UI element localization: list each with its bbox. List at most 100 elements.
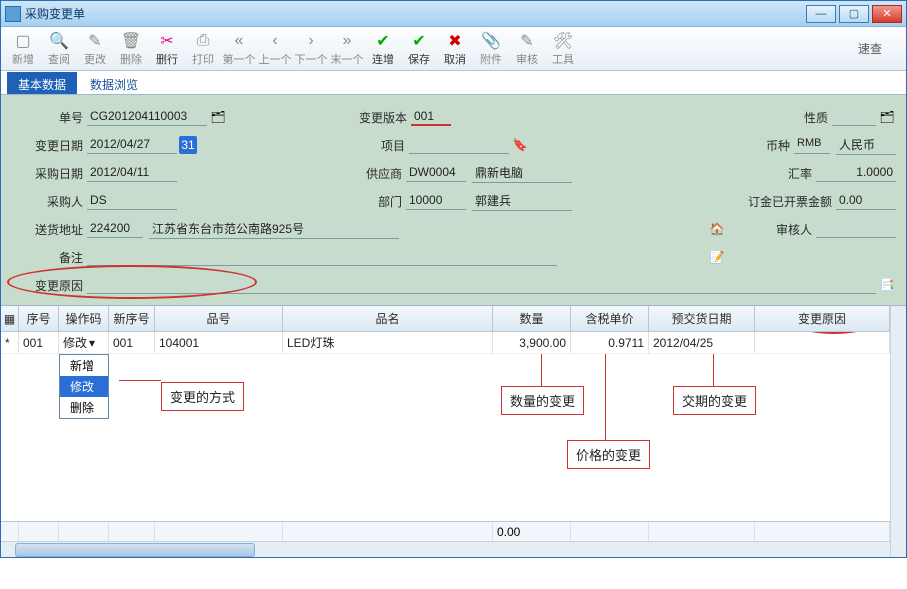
tb-delete[interactable]: 🗑删除 (113, 31, 149, 67)
h-scrollbar[interactable] (1, 541, 890, 557)
val-change-date[interactable]: 2012/04/27 (87, 136, 177, 154)
tb-print[interactable]: ⎙打印 (185, 31, 221, 67)
v-scrollbar[interactable] (890, 306, 906, 557)
maximize-button[interactable]: ▢ (839, 5, 869, 23)
anno-date-change: 交期的变更 (673, 386, 756, 415)
lbl-buyer: 采购人 (11, 193, 87, 210)
val-dept-name: 郭建兵 (472, 191, 572, 211)
tb-first[interactable]: «第一个 (221, 31, 257, 67)
lbl-deposit: 订金已开票金额 (736, 193, 836, 210)
op-dropdown[interactable]: 新增 修改 删除 (59, 354, 109, 419)
app-icon (5, 6, 21, 22)
lbl-reviewer: 审核人 (766, 221, 816, 238)
val-change-ver[interactable]: 001 (411, 108, 451, 126)
val-order-no[interactable]: CG201204110003 (87, 108, 207, 126)
cell-reason[interactable] (755, 332, 890, 354)
val-reviewer[interactable] (816, 220, 896, 238)
tb-tools[interactable]: 🛠工具 (545, 31, 581, 67)
anno-price-change: 价格的变更 (567, 440, 650, 469)
form-area: 单号 CG201204110003 🗂 变更版本 001 性质 🗂 变更日期 2… (1, 95, 906, 305)
note-icon[interactable]: 📝 (708, 248, 726, 266)
val-deposit[interactable]: 0.00 (836, 192, 896, 210)
col-price[interactable]: 含税单价 (571, 306, 649, 332)
cell-op[interactable]: 修改▾ (59, 332, 109, 354)
tb-attach[interactable]: 📎附件 (473, 31, 509, 67)
val-ship-postal[interactable]: 224200 (87, 220, 143, 238)
tb-continuous-add[interactable]: ✔连增 (365, 31, 401, 67)
tb-last[interactable]: »末一个 (329, 31, 365, 67)
col-pno[interactable]: 品号 (155, 306, 283, 332)
nature-lookup-icon[interactable]: 🗂 (878, 108, 896, 126)
minimize-button[interactable]: — (806, 5, 836, 23)
lbl-dept: 部门 (342, 193, 406, 210)
col-op[interactable]: 操作码 (59, 306, 109, 332)
op-option-edit[interactable]: 修改 (60, 376, 108, 397)
op-option-delete[interactable]: 删除 (60, 397, 108, 418)
grid-body: * 001 修改▾ 001 104001 LED灯珠 3,900.00 0.97… (1, 332, 890, 521)
val-currency-code[interactable]: RMB (794, 136, 830, 154)
lbl-shipaddr: 送货地址 (11, 221, 87, 238)
val-supplier-code[interactable]: DW0004 (406, 164, 466, 182)
lookup-icon[interactable]: 🗂 (209, 108, 227, 126)
val-purchase-date[interactable]: 2012/04/11 (87, 164, 177, 182)
val-nature[interactable] (832, 108, 876, 126)
app-window: 采购变更单 — ▢ ✕ ▢新增 🔍查阅 ✎更改 🗑删除 ✂删行 ⎙打印 «第一个… (0, 0, 907, 558)
cell-date[interactable]: 2012/04/25 (649, 332, 755, 354)
col-nseq[interactable]: 新序号 (109, 306, 155, 332)
tb-edit[interactable]: ✎更改 (77, 31, 113, 67)
cell-qty[interactable]: 3,900.00 (493, 332, 571, 354)
anno-change-method: 变更的方式 (161, 382, 244, 411)
tb-deleterow[interactable]: ✂删行 (149, 31, 185, 67)
grid: ▦ 序号 操作码 新序号 品号 品名 数量 含税单价 预交货日期 变更原因 * … (1, 305, 906, 557)
lbl-order-no: 单号 (11, 109, 87, 126)
val-dept-code[interactable]: 10000 (406, 192, 466, 210)
cell-mark: * (1, 332, 19, 354)
cell-price[interactable]: 0.9711 (571, 332, 649, 354)
grid-footer: 0.00 (1, 521, 890, 541)
titlebar: 采购变更单 — ▢ ✕ (1, 1, 906, 27)
val-supplier-name: 鼎新电脑 (472, 163, 572, 183)
lbl-note: 备注 (11, 249, 87, 266)
project-lookup-icon[interactable]: 🔖 (511, 136, 529, 154)
col-reason[interactable]: 变更原因 (755, 306, 890, 332)
lbl-currency: 币种 (754, 137, 794, 154)
val-change-reason[interactable] (87, 276, 876, 294)
col-seq[interactable]: 序号 (19, 306, 59, 332)
val-note[interactable] (87, 248, 557, 266)
cell-seq: 001 (19, 332, 59, 354)
tb-view[interactable]: 🔍查阅 (41, 31, 77, 67)
reason-icon[interactable]: 📑 (878, 276, 896, 294)
lbl-project: 项目 (345, 137, 409, 154)
cell-pname: LED灯珠 (283, 332, 493, 354)
lbl-nature: 性质 (792, 109, 832, 126)
tb-audit[interactable]: ✎审核 (509, 31, 545, 67)
home-icon[interactable]: 🏠 (708, 220, 726, 238)
tb-prev[interactable]: ‹上一个 (257, 31, 293, 67)
col-selector[interactable]: ▦ (1, 306, 19, 332)
op-option-add[interactable]: 新增 (60, 355, 108, 376)
footer-total-qty: 0.00 (493, 522, 571, 542)
lbl-supplier: 供应商 (342, 165, 406, 182)
val-currency-name: 人民币 (836, 135, 896, 155)
col-date[interactable]: 预交货日期 (649, 306, 755, 332)
anno-qty-change: 数量的变更 (501, 386, 584, 415)
lbl-change-date: 变更日期 (11, 137, 87, 154)
tab-basic-data[interactable]: 基本数据 (7, 72, 77, 94)
val-rate[interactable]: 1.0000 (816, 164, 896, 182)
tb-cancel[interactable]: ✖取消 (437, 31, 473, 67)
val-project[interactable] (409, 136, 509, 154)
col-pname[interactable]: 品名 (283, 306, 493, 332)
quicksearch-label[interactable]: 速查 (858, 40, 902, 57)
lbl-rate: 汇率 (776, 165, 816, 182)
calendar-icon[interactable]: 31 (179, 136, 197, 154)
table-row[interactable]: * 001 修改▾ 001 104001 LED灯珠 3,900.00 0.97… (1, 332, 890, 354)
tb-new[interactable]: ▢新增 (5, 31, 41, 67)
close-button[interactable]: ✕ (872, 5, 902, 23)
col-qty[interactable]: 数量 (493, 306, 571, 332)
tb-save[interactable]: ✔保存 (401, 31, 437, 67)
val-buyer[interactable]: DS (87, 192, 177, 210)
val-ship-addr[interactable]: 江苏省东台市范公南路925号 (149, 219, 399, 239)
lbl-purchase-date: 采购日期 (11, 165, 87, 182)
tb-next[interactable]: ›下一个 (293, 31, 329, 67)
tab-data-browse[interactable]: 数据浏览 (79, 72, 149, 94)
